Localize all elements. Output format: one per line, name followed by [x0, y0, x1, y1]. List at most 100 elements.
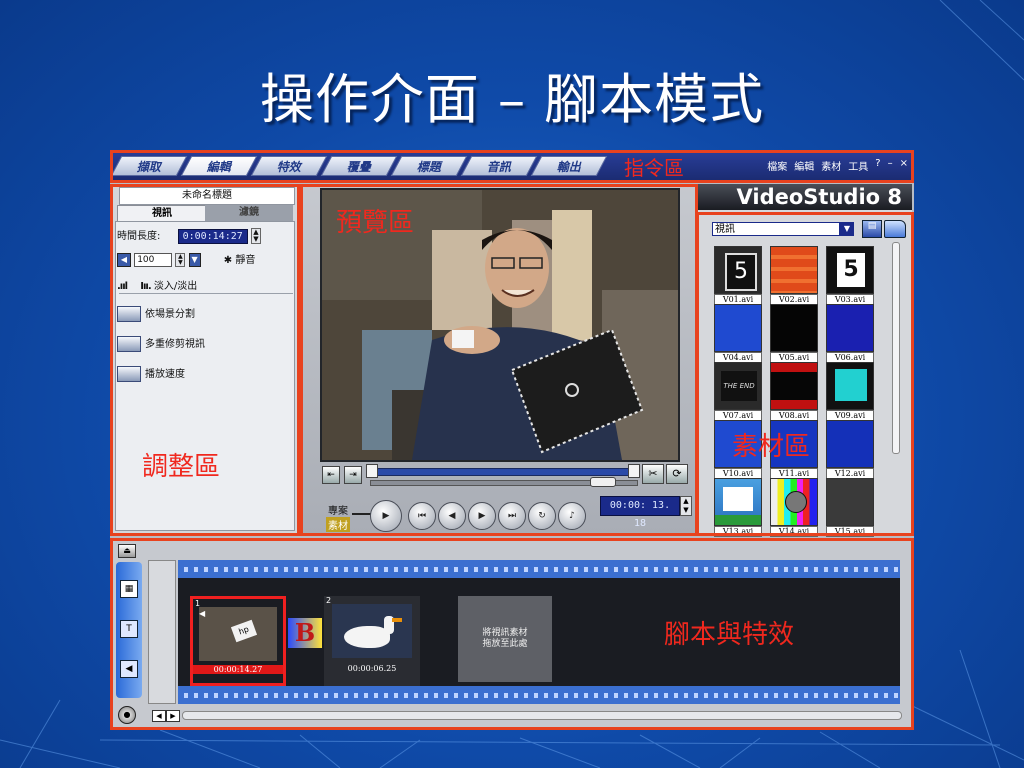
tab-overlay[interactable]: 覆疊	[320, 156, 398, 176]
duration-spinner-icon[interactable]: ▲ ▼	[250, 228, 261, 244]
app-menus: 檔案 編輯 素材 工具 ? – ×	[767, 158, 908, 173]
film-perforation-top	[178, 560, 900, 578]
play-icon: ▶	[382, 511, 390, 521]
multi-trim-icon	[117, 336, 141, 352]
project-mode-label[interactable]: 專案	[328, 502, 348, 517]
transition-icon[interactable]: B	[288, 618, 322, 648]
split-by-scene-button[interactable]: 依場景分割	[117, 305, 195, 322]
minimize-button[interactable]: –	[888, 158, 893, 173]
home-icon: ⏮	[417, 511, 427, 521]
library-thumb-v03[interactable]: 5	[826, 246, 874, 294]
next-frame-button[interactable]: ▶	[468, 502, 496, 530]
project-title-field[interactable]: 未命名標題	[119, 187, 295, 205]
slide-title: 操作介面 – 腳本模式	[259, 68, 765, 131]
menu-clip[interactable]: 素材	[821, 158, 841, 173]
library-options-icon[interactable]: ▤	[862, 220, 882, 238]
clip-duration: 00:00:14.27	[193, 665, 283, 674]
library-thumb-v01[interactable]: 5	[714, 246, 762, 294]
volume-input[interactable]: 100	[134, 253, 173, 267]
system-volume-button[interactable]: ♪	[558, 502, 586, 530]
trim-start-handle[interactable]	[366, 464, 378, 478]
repeat-button[interactable]: ↻	[528, 502, 556, 530]
library-thumb-v15[interactable]	[826, 478, 874, 526]
clip-1-thumbnail: hp	[199, 607, 277, 661]
command-area-label: 指令區	[624, 156, 684, 180]
film-perforation-bottom	[178, 686, 900, 704]
library-thumb-v12[interactable]	[826, 420, 874, 468]
tab-title[interactable]: 標題	[390, 156, 468, 176]
audio-track-icon[interactable]: ◀	[120, 660, 138, 678]
video-track-icon[interactable]: ▦	[120, 580, 138, 598]
repeat-icon: ↻	[538, 511, 546, 521]
tab-audio[interactable]: 音訊	[460, 156, 538, 176]
storyboard-clip-2[interactable]: 2 00:00:06.25	[324, 596, 420, 686]
mark-out-icon[interactable]: ⇥	[344, 466, 362, 484]
library-thumb-v06[interactable]	[826, 304, 874, 352]
storyboard-scrollbar[interactable]	[182, 711, 902, 720]
volume-dropdown-icon[interactable]: ▼	[188, 253, 201, 267]
clip-2-thumbnail	[332, 604, 412, 658]
close-button[interactable]: ×	[900, 158, 908, 173]
tab-edit[interactable]: 編輯	[180, 156, 258, 176]
library-thumb-v13[interactable]	[714, 478, 762, 526]
end-button[interactable]: ⏭	[498, 502, 526, 530]
fade-in-icon[interactable]: .ııl	[117, 281, 128, 292]
divider	[119, 293, 293, 294]
library-thumb-v08[interactable]	[770, 362, 818, 410]
tab-capture[interactable]: 擷取	[110, 156, 188, 176]
chevron-down-icon[interactable]: ▼	[840, 222, 854, 236]
eject-icon[interactable]: ⏏	[118, 544, 136, 558]
scrubber-handle[interactable]	[590, 477, 616, 487]
volume-spinner-icon[interactable]: ▲ ▼	[175, 253, 186, 267]
library-thumb-v05[interactable]	[770, 304, 818, 352]
clip-duration: 00:00:06.25	[347, 664, 397, 673]
library-thumb-v09[interactable]	[826, 362, 874, 410]
menu-edit[interactable]: 編輯	[794, 158, 814, 173]
next-frame-icon: ▶	[478, 511, 486, 521]
library-thumb-v07[interactable]: THE END	[714, 362, 762, 410]
mute-label[interactable]: 靜音	[235, 255, 255, 266]
clip-mode-label[interactable]: 素材	[326, 517, 350, 532]
trim-end-handle[interactable]	[628, 464, 640, 478]
preview-timecode[interactable]: 00:00: 13. 18	[600, 496, 680, 529]
split-clip-icon[interactable]: ✂	[642, 464, 664, 484]
folder-icon[interactable]	[884, 220, 906, 238]
home-button[interactable]: ⏮	[408, 502, 436, 530]
multi-trim-button[interactable]: 多重修剪視訊	[117, 335, 205, 352]
speaker-icon[interactable]: ◀	[117, 253, 131, 267]
playback-speed-button[interactable]: 播放速度	[117, 365, 185, 382]
subtab-filter[interactable]: 濾鏡	[205, 205, 293, 221]
duration-timecode[interactable]: 0:00:14:27	[177, 229, 248, 244]
end-icon: ⏭	[507, 511, 517, 521]
scroll-right-icon[interactable]: ▶	[166, 710, 180, 722]
mark-in-icon[interactable]: ⇤	[322, 466, 340, 484]
trim-buttons: ⇤ ⇥	[322, 466, 362, 484]
library-thumb-v02[interactable]	[770, 246, 818, 294]
title-track-icon[interactable]: T	[120, 620, 138, 638]
fade-out-icon[interactable]: Iıı.	[140, 281, 151, 292]
previous-frame-button[interactable]: ◀	[438, 502, 466, 530]
library-thumb-v14[interactable]	[770, 478, 818, 526]
library-thumb-v04[interactable]	[714, 304, 762, 352]
enlarge-preview-icon[interactable]: ⟳	[666, 464, 688, 484]
speed-icon	[117, 366, 141, 382]
tab-effect[interactable]: 特效	[250, 156, 328, 176]
drop-clip-placeholder[interactable]: 將視訊素材 拖放至此處	[458, 596, 552, 682]
record-icon[interactable]: ●	[118, 706, 136, 724]
library-category-select[interactable]: 視訊	[712, 222, 840, 236]
storyboard-clip-1[interactable]: 1 hp ◀ 00:00:14.27	[190, 596, 286, 686]
clip-index: 2	[326, 596, 332, 605]
library-scrollbar[interactable]	[892, 242, 900, 454]
timecode-spinner-icon[interactable]: ▲ ▼	[680, 496, 692, 516]
mute-icon[interactable]: ✱	[224, 255, 232, 266]
menu-file[interactable]: 檔案	[767, 158, 787, 173]
play-button[interactable]: ▶	[370, 500, 402, 532]
trim-range-bar[interactable]	[370, 468, 638, 476]
subtab-video[interactable]: 視訊	[117, 205, 207, 222]
tab-share[interactable]: 輸出	[530, 156, 608, 176]
menu-tools[interactable]: 工具	[848, 158, 868, 173]
volume-icon: ♪	[569, 511, 575, 521]
help-button[interactable]: ?	[875, 158, 880, 173]
scroll-left-icon[interactable]: ◀	[152, 710, 166, 722]
storyboard-area-label: 腳本與特效	[664, 620, 795, 650]
